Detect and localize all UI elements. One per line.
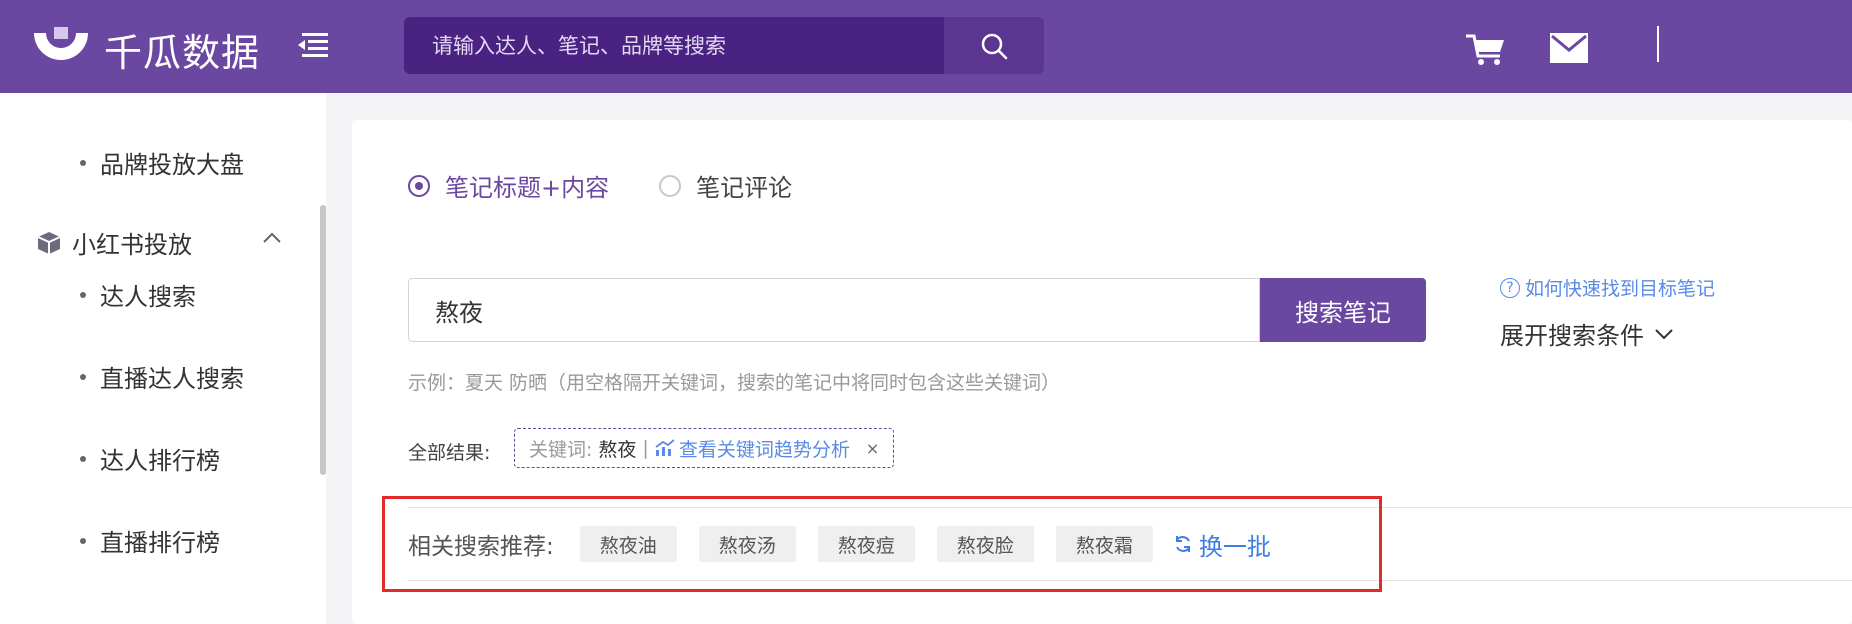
keyword-input[interactable] bbox=[409, 296, 1259, 324]
radio-title-content[interactable]: 笔记标题+内容 bbox=[408, 168, 609, 203]
filter-key: 关键词: bbox=[529, 438, 593, 461]
results-label: 全部结果: bbox=[408, 442, 491, 464]
logo-icon bbox=[34, 26, 88, 60]
sidebar-item-label: 直播达人搜索 bbox=[100, 365, 244, 393]
box-icon bbox=[37, 231, 61, 254]
top-header: 千瓜数据 bbox=[0, 0, 1852, 93]
bullet-dot bbox=[80, 373, 86, 380]
keyword-filter-tag: 关键词: 熬夜 | 查看关键词趋势分析 × bbox=[514, 428, 895, 468]
help-link[interactable]: ? 如何快速找到目标笔记 bbox=[1500, 274, 1715, 301]
sidebar-item-label: 达人排行榜 bbox=[100, 447, 220, 475]
sidebar-item-label: 达人搜索 bbox=[100, 283, 196, 311]
expand-search-conditions[interactable]: 展开搜索条件 bbox=[1500, 316, 1674, 351]
cart-icon[interactable] bbox=[1464, 30, 1508, 68]
close-icon[interactable]: × bbox=[866, 439, 879, 458]
help-link-label: 如何快速找到目标笔记 bbox=[1525, 278, 1716, 300]
radio-label: 笔记标题+内容 bbox=[445, 174, 610, 202]
search-example-hint: 示例：夏天 防晒（用空格隔开关键词，搜索的笔记中将同时包含这些关键词） bbox=[408, 372, 1061, 394]
sidebar-item-influencer-search[interactable]: 达人搜索 bbox=[80, 277, 196, 312]
trend-link-label: 查看关键词趋势分析 bbox=[678, 438, 850, 461]
bullet-dot bbox=[80, 159, 86, 166]
header-divider bbox=[1657, 26, 1659, 62]
sidebar-item-label: 直播排行榜 bbox=[100, 529, 220, 557]
bullet-dot bbox=[80, 537, 86, 544]
radio-label: 笔记评论 bbox=[696, 174, 793, 202]
mail-icon[interactable] bbox=[1550, 33, 1588, 63]
logo[interactable]: 千瓜数据 bbox=[32, 22, 260, 77]
search-notes-button[interactable]: 搜索笔记 bbox=[1260, 278, 1426, 342]
bullet-dot bbox=[80, 455, 86, 462]
main-panel: 笔记标题+内容 笔记评论 搜索笔记 ? 如何快速找到目标笔记 展开搜索条件 示例… bbox=[352, 120, 1852, 624]
sidebar-group-xiaohongshu[interactable]: 小红书投放 bbox=[36, 225, 281, 260]
search-scope-radio-group: 笔记标题+内容 笔记评论 bbox=[408, 168, 842, 203]
keyword-input-box bbox=[408, 278, 1260, 342]
sidebar-item-influencer-ranking[interactable]: 达人排行榜 bbox=[80, 441, 220, 476]
sidebar: 品牌投放大盘 小红书投放 达人搜索 直播达人搜索 达人排行榜 直播排行榜 bbox=[0, 93, 326, 624]
expand-label: 展开搜索条件 bbox=[1500, 322, 1644, 350]
sidebar-item-label: 品牌投放大盘 bbox=[100, 151, 244, 179]
radio-comments[interactable]: 笔记评论 bbox=[659, 168, 792, 203]
filter-value: 熬夜 bbox=[598, 438, 637, 461]
radio-circle bbox=[408, 174, 430, 197]
menu-toggle-icon[interactable] bbox=[296, 30, 330, 60]
global-search-button[interactable] bbox=[944, 17, 1044, 74]
sidebar-item-brand-dashboard[interactable]: 品牌投放大盘 bbox=[80, 145, 244, 180]
sidebar-scrollbar[interactable] bbox=[320, 205, 326, 475]
logo-text: 千瓜数据 bbox=[104, 31, 261, 75]
radio-circle bbox=[659, 174, 682, 197]
bullet-dot bbox=[80, 291, 86, 298]
chevron-up-icon bbox=[263, 232, 281, 243]
trend-chart-icon bbox=[655, 439, 675, 456]
chevron-down-icon bbox=[1655, 328, 1673, 339]
question-icon: ? bbox=[1500, 277, 1520, 298]
sidebar-item-live-ranking[interactable]: 直播排行榜 bbox=[80, 523, 220, 558]
search-icon bbox=[981, 33, 1008, 59]
filter-separator: | bbox=[642, 437, 649, 459]
sidebar-item-live-influencer-search[interactable]: 直播达人搜索 bbox=[80, 359, 244, 394]
global-search-input[interactable] bbox=[404, 33, 944, 58]
highlight-box bbox=[382, 496, 1382, 592]
keyword-trend-link[interactable]: 查看关键词趋势分析 bbox=[655, 435, 850, 462]
sidebar-group-label: 小红书投放 bbox=[72, 231, 192, 259]
global-search-box bbox=[404, 17, 944, 74]
